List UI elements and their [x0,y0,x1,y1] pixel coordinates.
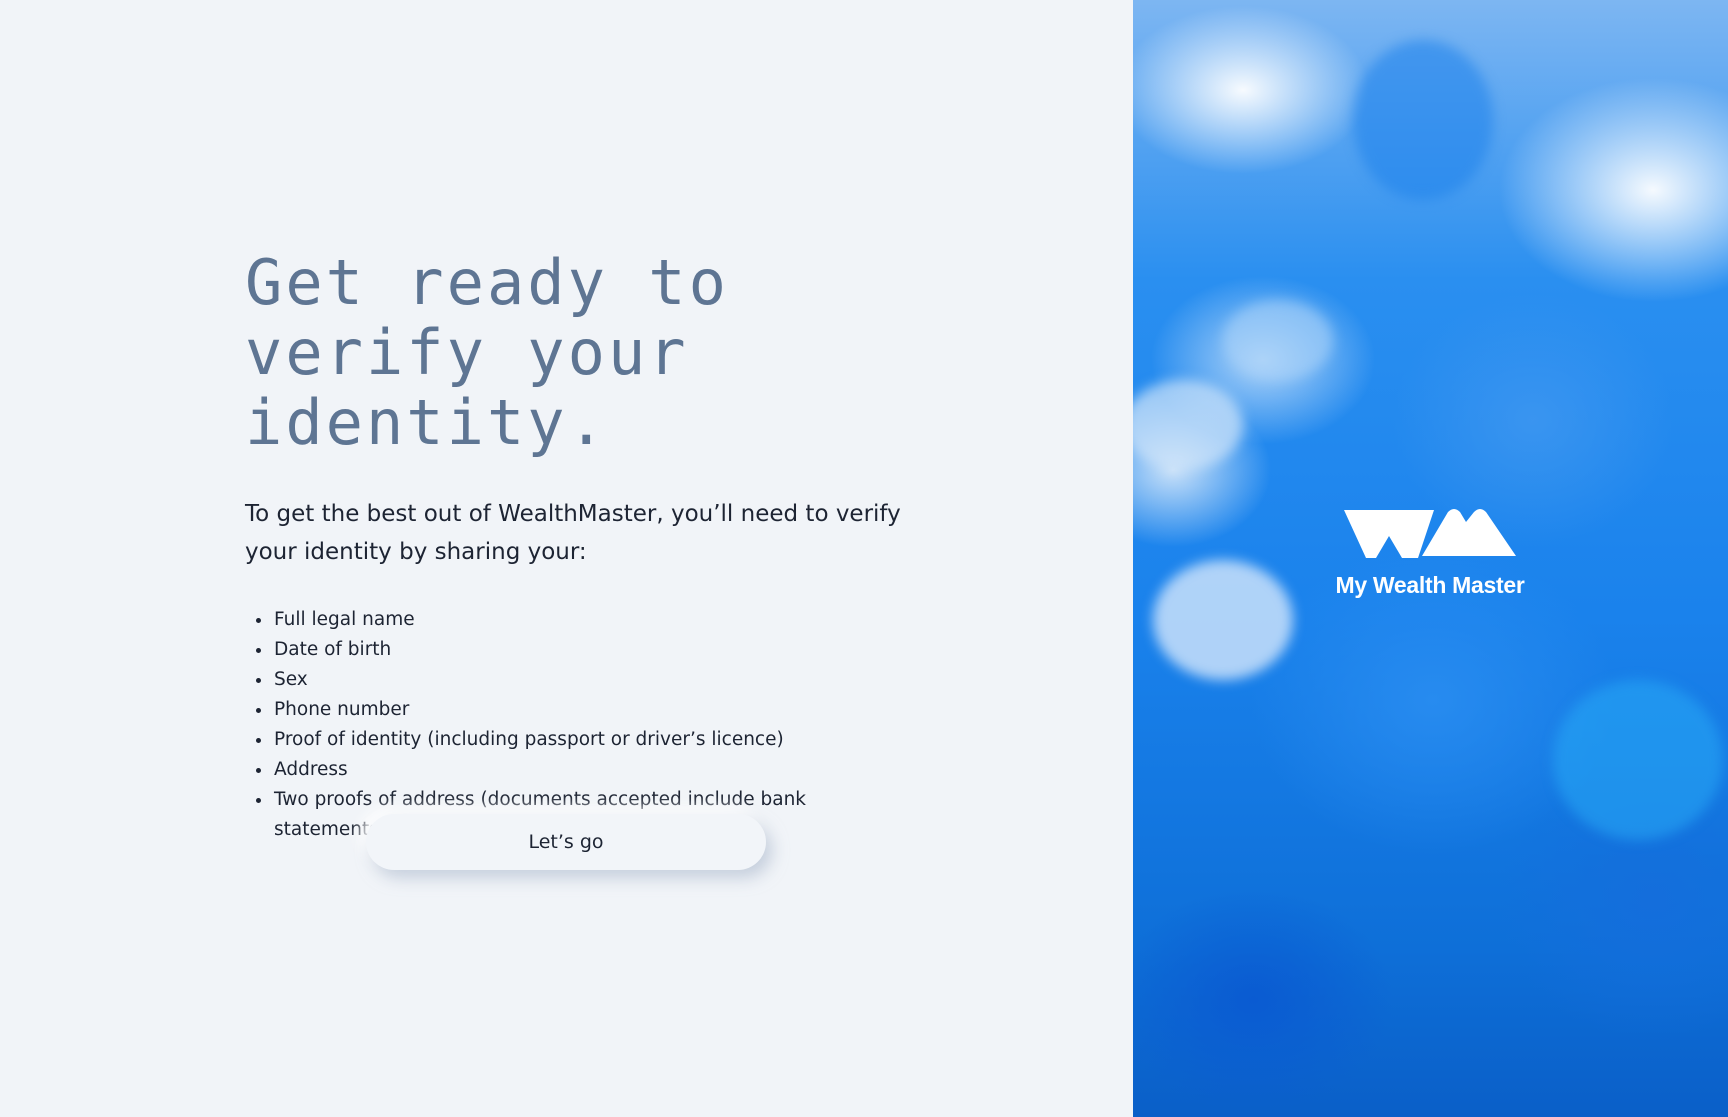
cta-container: Let’s go [366,814,766,870]
list-item: Address [256,755,905,785]
verify-identity-page: Get ready to verify your identity. To ge… [0,0,1728,1117]
list-item: Date of birth [256,635,905,665]
lets-go-button[interactable]: Let’s go [366,814,766,870]
list-item: Proof of identity (including passport or… [256,725,905,755]
brand-name: My Wealth Master [1335,572,1525,598]
wm-logo-icon [1344,509,1516,558]
ink-cloud-decoration [1133,380,1243,470]
list-item: Sex [256,665,905,695]
brand-logo: My Wealth Master [1319,508,1541,599]
ink-cloud-decoration [1223,300,1333,380]
list-item: Full legal name [256,605,905,635]
page-title: Get ready to verify your identity. [245,246,729,459]
intro-text: To get the best out of WealthMaster, you… [245,501,901,565]
brand-panel: My Wealth Master [1133,0,1728,1117]
content-column: Get ready to verify your identity. To ge… [245,248,905,845]
requirements-list: Full legal name Date of birth Sex Phone … [245,605,905,845]
ink-cloud-decoration [1553,680,1723,840]
ink-cloud-decoration [1153,560,1293,680]
content-panel: Get ready to verify your identity. To ge… [0,0,1133,1117]
list-item: Phone number [256,695,905,725]
ink-cloud-decoration [1353,40,1493,200]
